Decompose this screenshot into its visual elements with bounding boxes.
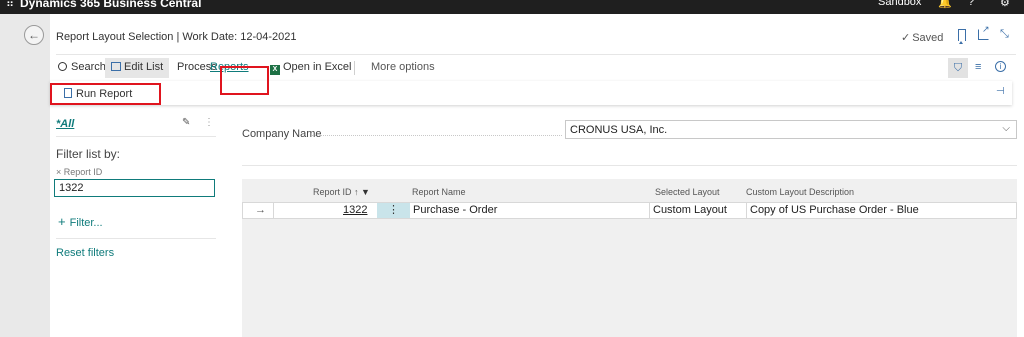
action-bar: Search Edit List Process Reports X Open i… — [50, 58, 1024, 78]
view-all-link[interactable]: *All — [56, 118, 74, 130]
open-in-excel-label: Open in Excel — [283, 61, 352, 73]
edit-list-label: Edit List — [124, 61, 164, 73]
back-button[interactable]: ← — [24, 25, 44, 45]
report-id-cell[interactable]: 1322 — [343, 203, 367, 218]
collapse-icon[interactable]: ⤡ — [1000, 28, 1009, 41]
row-selected-arrow-icon: → — [255, 204, 266, 216]
info-icon[interactable]: i — [995, 61, 1006, 72]
column-header-selected-layout[interactable]: Selected Layout — [655, 187, 720, 197]
app-title[interactable]: Dynamics 365 Business Central — [20, 0, 201, 10]
edit-list-button[interactable]: Edit List — [105, 58, 170, 78]
open-new-window-icon[interactable] — [978, 24, 990, 40]
edit-view-icon[interactable]: ✎ — [182, 117, 190, 128]
search-icon — [58, 62, 67, 71]
run-report-highlight-box — [50, 83, 161, 105]
filter-list-by-label: Filter list by: — [56, 147, 121, 161]
app-bar: ⠿ Dynamics 365 Business Central Sandbox … — [0, 0, 1024, 14]
help-icon[interactable]: ? — [968, 0, 974, 8]
company-name-select[interactable]: CRONUS USA, Inc. ⌵ — [565, 120, 1017, 139]
divider — [56, 238, 216, 239]
search-button[interactable]: Search — [58, 61, 106, 73]
column-header-report-name[interactable]: Report Name — [412, 187, 466, 197]
plus-icon: + — [58, 214, 66, 229]
reports-submenu: Run Report ⊣ — [50, 81, 1012, 105]
divider — [56, 54, 1016, 55]
chevron-down-icon: ⌵ — [1002, 123, 1010, 134]
add-filter-button[interactable]: + Filter... — [58, 214, 103, 229]
pin-icon[interactable]: ⊣ — [996, 86, 1005, 97]
more-options-button[interactable]: More options — [371, 61, 435, 73]
page-title: Report Layout Selection | Work Date: 12-… — [56, 31, 297, 43]
report-id-filter-input[interactable] — [54, 179, 215, 197]
report-id-header-label: Report ID — [313, 187, 352, 197]
add-filter-label: Filter... — [69, 217, 103, 229]
bell-icon[interactable]: 🔔 — [938, 0, 952, 9]
filter-icon: ▼ — [361, 187, 370, 197]
dotted-leader — [312, 135, 562, 136]
column-header-custom-layout-description[interactable]: Custom Layout Description — [746, 187, 854, 197]
divider — [649, 203, 650, 218]
check-icon: ✓ — [901, 32, 911, 44]
reports-highlight-box — [220, 66, 269, 95]
divider — [354, 61, 355, 75]
divider — [56, 136, 216, 137]
page-card: Report Layout Selection | Work Date: 12-… — [50, 14, 1024, 337]
divider — [746, 203, 747, 218]
gear-icon[interactable]: ⚙ — [1000, 0, 1010, 9]
divider — [242, 165, 1017, 166]
excel-icon: X — [270, 65, 280, 75]
more-icon[interactable]: ⋮ — [204, 117, 214, 128]
company-name-label: Company Name — [242, 128, 322, 140]
filter-pane-toggle[interactable]: ⛉ — [948, 58, 968, 78]
row-actions-button[interactable]: ⋮ — [377, 203, 410, 218]
reset-filters-link[interactable]: Reset filters — [56, 247, 114, 259]
table-row[interactable]: → 1322 ⋮ Purchase - Order Custom Layout … — [242, 202, 1017, 219]
sort-ascending-icon: ↑ — [354, 187, 359, 197]
selected-layout-cell[interactable]: Custom Layout — [653, 203, 727, 218]
saved-status: ✓ Saved — [901, 31, 943, 44]
bookmark-icon[interactable] — [958, 29, 966, 44]
report-id-filter-tag[interactable]: × Report ID — [56, 167, 102, 177]
report-name-cell: Purchase - Order — [413, 204, 498, 216]
company-name-value: CRONUS USA, Inc. — [570, 124, 668, 136]
edit-list-icon — [111, 62, 121, 71]
column-header-report-id[interactable]: Report ID ↑ ▼ — [313, 187, 370, 197]
search-label: Search — [71, 61, 106, 73]
divider — [273, 203, 274, 218]
list-view-icon[interactable]: ≡ — [975, 61, 981, 73]
custom-layout-description-cell[interactable]: Copy of US Purchase Order - Blue — [750, 203, 919, 218]
open-in-excel-button[interactable]: X Open in Excel — [270, 61, 352, 75]
environment-label: Sandbox — [878, 0, 922, 8]
waffle-icon[interactable]: ⠿ — [6, 0, 14, 10]
saved-label: Saved — [912, 32, 944, 44]
